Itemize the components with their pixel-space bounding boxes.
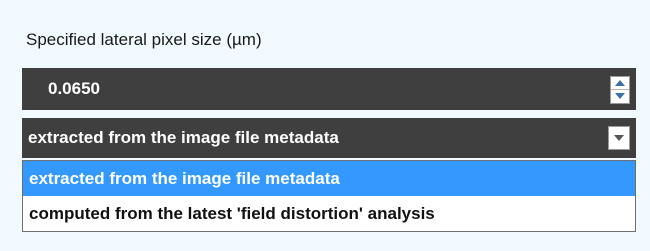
spin-up-button[interactable] [611, 77, 629, 90]
option-image-metadata[interactable]: extracted from the image file metadata [23, 161, 635, 196]
option-field-distortion[interactable]: computed from the latest 'field distorti… [23, 196, 635, 231]
source-dropdown-list: extracted from the image file metadata c… [22, 160, 636, 232]
pixel-size-spinner[interactable]: 0.0650 [22, 68, 636, 110]
pixel-size-label: Specified lateral pixel size (µm) [26, 30, 262, 49]
spin-down-button[interactable] [611, 90, 629, 103]
source-select[interactable]: extracted from the image file metadata [22, 118, 636, 158]
dropdown-toggle-button[interactable] [608, 126, 630, 150]
source-select-value: extracted from the image file metadata [28, 128, 339, 147]
triangle-up-icon [615, 80, 625, 86]
spin-buttons [610, 76, 630, 104]
chevron-down-icon [614, 135, 624, 141]
triangle-down-icon [615, 93, 625, 99]
pixel-size-value[interactable]: 0.0650 [48, 68, 100, 110]
